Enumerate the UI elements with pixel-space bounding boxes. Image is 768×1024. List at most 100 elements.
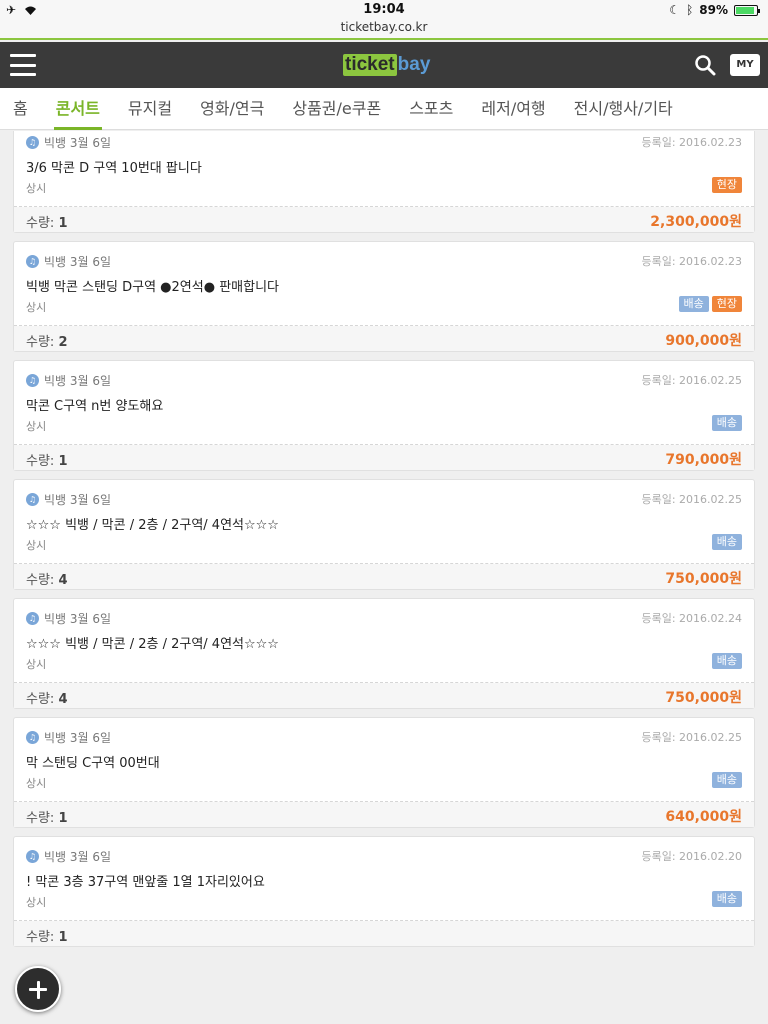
- listing-quantity: 수량: 1: [26, 807, 68, 826]
- listing-footer: 수량: 1 640,000원: [14, 802, 754, 827]
- listing-card[interactable]: ♫ 빅뱅 3월 6일 등록일: 2016.02.20 ! 막콘 3층 37구역 …: [13, 836, 755, 947]
- bluetooth-icon: ᛒ: [686, 3, 694, 17]
- listing-title[interactable]: ☆☆☆ 빅뱅 / 막콘 / 2층 / 2구역/ 4연석☆☆☆: [26, 633, 279, 652]
- onsite-badge: 현장: [711, 296, 742, 312]
- onsite-badge: 현장: [711, 177, 742, 193]
- quantity-label: 수량:: [26, 692, 55, 707]
- listing-date: 등록일: 2016.02.25: [641, 493, 742, 506]
- listing-info: ♫ 빅뱅 3월 6일 등록일: 2016.02.25 막콘 C구역 n번 양도해…: [14, 361, 754, 445]
- delivery-badge: 배송: [711, 772, 742, 788]
- listing-event: ♫ 빅뱅 3월 6일: [26, 848, 111, 865]
- tab-6[interactable]: 레저/여행: [481, 88, 545, 130]
- listing-quantity: 수량: 4: [26, 569, 68, 588]
- listing-card[interactable]: ♫ 빅뱅 3월 6일 등록일: 2016.02.23 3/6 막콘 D 구역 1…: [13, 131, 755, 233]
- listing-info: ♫ 빅뱅 3월 6일 등록일: 2016.02.25 ☆☆☆ 빅뱅 / 막콘 /…: [14, 480, 754, 564]
- logo-ticket-text: ticket: [343, 54, 397, 76]
- listing-status: 상시: [26, 896, 47, 909]
- ticketbay-logo[interactable]: ticket bay: [343, 54, 430, 76]
- delivery-badge: 배송: [711, 653, 742, 669]
- event-name: 빅뱅 3월 6일: [44, 136, 112, 150]
- status-time: 19:04: [363, 2, 405, 17]
- tab-7[interactable]: 전시/행사/기타: [574, 88, 673, 130]
- delivery-badge: 배송: [711, 415, 742, 431]
- listing-date: 등록일: 2016.02.23: [641, 136, 742, 149]
- listing-date: 등록일: 2016.02.25: [641, 374, 742, 387]
- listing-event: ♫ 빅뱅 3월 6일: [26, 729, 111, 746]
- listing-card[interactable]: ♫ 빅뱅 3월 6일 등록일: 2016.02.24 ☆☆☆ 빅뱅 / 막콘 /…: [13, 598, 755, 709]
- listing-footer: 수량: 4 750,000원: [14, 683, 754, 708]
- listing-status: 상시: [26, 777, 47, 790]
- listing-price: 640,000원: [665, 809, 742, 825]
- listing-quantity: 수량: 1: [26, 926, 68, 945]
- status-right: ☾ ᛒ 89%: [669, 3, 760, 17]
- listing-footer: 수량: 2 900,000원: [14, 326, 754, 351]
- event-icon: ♫: [26, 374, 39, 387]
- listing-status: 상시: [26, 658, 47, 671]
- listing-title[interactable]: 3/6 막콘 D 구역 10번대 팝니다: [26, 157, 202, 176]
- listing-quantity: 수량: 2: [26, 331, 68, 350]
- listing-info: ♫ 빅뱅 3월 6일 등록일: 2016.02.20 ! 막콘 3층 37구역 …: [14, 837, 754, 921]
- listing-badges: 배송: [711, 415, 742, 431]
- event-name: 빅뱅 3월 6일: [44, 731, 112, 745]
- listing-status: 상시: [26, 420, 47, 433]
- quantity-label: 수량:: [26, 930, 55, 945]
- category-tabs: 홈 콘서트 뮤지컬 영화/연극 상품권/e쿠폰 스포츠 레저/여행 전시/행사/기타: [0, 88, 768, 130]
- listing-card[interactable]: ♫ 빅뱅 3월 6일 등록일: 2016.02.25 막 스탠딩 C구역 00번…: [13, 717, 755, 828]
- listing-title[interactable]: ! 막콘 3층 37구역 맨앞줄 1열 1자리있어요: [26, 871, 265, 890]
- hamburger-menu-icon[interactable]: [10, 54, 36, 76]
- quantity-value: 1: [58, 216, 68, 231]
- listing-badges: 배송 현장: [678, 296, 742, 312]
- listing-event: ♫ 빅뱅 3월 6일: [26, 491, 111, 508]
- event-icon: ♫: [26, 850, 39, 863]
- listing-date: 등록일: 2016.02.25: [641, 731, 742, 744]
- event-name: 빅뱅 3월 6일: [44, 374, 112, 388]
- listing-card[interactable]: ♫ 빅뱅 3월 6일 등록일: 2016.02.23 빅뱅 막콘 스탠딩 D구역…: [13, 241, 755, 352]
- tab-1[interactable]: 콘서트: [53, 88, 103, 130]
- add-icon[interactable]: [15, 966, 61, 1012]
- listing-footer: 수량: 1 790,000원: [14, 445, 754, 470]
- listing-date: 등록일: 2016.02.23: [641, 255, 742, 268]
- listing-status: 상시: [26, 182, 47, 195]
- search-icon[interactable]: [694, 54, 716, 76]
- delivery-badge: 배송: [678, 296, 709, 312]
- event-name: 빅뱅 3월 6일: [44, 493, 112, 507]
- delivery-badge: 배송: [711, 534, 742, 550]
- battery-fill: [736, 6, 754, 14]
- listing-date: 등록일: 2016.02.24: [641, 612, 742, 625]
- quantity-label: 수량:: [26, 811, 55, 826]
- delivery-badge: 배송: [711, 891, 742, 907]
- listing-title[interactable]: ☆☆☆ 빅뱅 / 막콘 / 2층 / 2구역/ 4연석☆☆☆: [26, 514, 279, 533]
- tab-0[interactable]: 홈: [13, 88, 28, 130]
- quantity-value: 4: [58, 692, 68, 707]
- listing-card[interactable]: ♫ 빅뱅 3월 6일 등록일: 2016.02.25 ☆☆☆ 빅뱅 / 막콘 /…: [13, 479, 755, 590]
- listing-badges: 배송: [711, 772, 742, 788]
- tab-5[interactable]: 스포츠: [409, 88, 453, 130]
- tab-4[interactable]: 상품권/e쿠폰: [292, 88, 381, 130]
- tab-3[interactable]: 영화/연극: [200, 88, 264, 130]
- quantity-value: 4: [58, 573, 68, 588]
- listing-info: ♫ 빅뱅 3월 6일 등록일: 2016.02.23 3/6 막콘 D 구역 1…: [14, 131, 754, 207]
- listing-info: ♫ 빅뱅 3월 6일 등록일: 2016.02.24 ☆☆☆ 빅뱅 / 막콘 /…: [14, 599, 754, 683]
- address-bar-url[interactable]: ticketbay.co.kr: [0, 20, 768, 34]
- listing-footer: 수량: 1: [14, 921, 754, 946]
- quantity-label: 수량:: [26, 335, 55, 350]
- quantity-label: 수량:: [26, 454, 55, 469]
- listing-card[interactable]: ♫ 빅뱅 3월 6일 등록일: 2016.02.25 막콘 C구역 n번 양도해…: [13, 360, 755, 471]
- listing-info: ♫ 빅뱅 3월 6일 등록일: 2016.02.25 막 스탠딩 C구역 00번…: [14, 718, 754, 802]
- event-icon: ♫: [26, 255, 39, 268]
- tab-2[interactable]: 뮤지컬: [128, 88, 172, 130]
- quantity-value: 1: [58, 811, 68, 826]
- event-icon: ♫: [26, 731, 39, 744]
- listing-event: ♫ 빅뱅 3월 6일: [26, 134, 111, 151]
- status-bar: ✈ 19:04 ticketbay.co.kr ☾ ᛒ 89%: [0, 0, 768, 40]
- listing-title[interactable]: 빅뱅 막콘 스탠딩 D구역 ●2연석● 판매합니다: [26, 276, 279, 295]
- logo-bay-text: bay: [397, 54, 431, 75]
- quantity-value: 1: [58, 930, 68, 945]
- moon-icon: ☾: [669, 3, 681, 17]
- listing-title[interactable]: 막 스탠딩 C구역 00번대: [26, 752, 160, 771]
- listing-status: 상시: [26, 539, 47, 552]
- my-account-icon[interactable]: MY: [730, 54, 760, 76]
- listing-title[interactable]: 막콘 C구역 n번 양도해요: [26, 395, 163, 414]
- listing-date: 등록일: 2016.02.20: [641, 850, 742, 863]
- ticket-list[interactable]: ♫ 빅뱅 3월 6일 등록일: 2016.02.23 빅뱅콘서트 3월6일 0번…: [0, 131, 768, 1024]
